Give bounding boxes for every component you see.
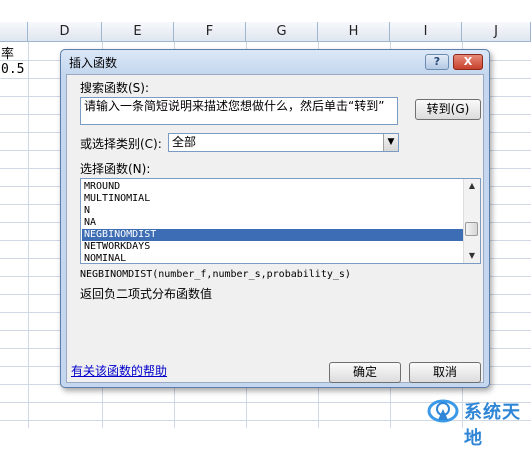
close-button[interactable]: X <box>453 54 483 70</box>
cell-value[interactable]: 0.5 <box>1 62 24 77</box>
category-label: 或选择类别(C): <box>80 137 162 151</box>
list-item[interactable]: MULTINOMIAL <box>82 193 463 205</box>
column-header-h[interactable]: H <box>318 22 390 42</box>
formula-bar-area <box>0 0 531 23</box>
list-item-selected[interactable]: NEGBINOMDIST <box>82 229 463 241</box>
list-scrollbar[interactable]: ▲ ▼ <box>463 179 480 263</box>
list-item[interactable]: N <box>82 205 463 217</box>
help-button[interactable]: ? <box>425 54 449 70</box>
function-listbox[interactable]: MROUND MULTINOMIAL N NA NEGBINOMDIST NET… <box>80 178 481 264</box>
column-header-c[interactable] <box>0 22 28 42</box>
list-item[interactable]: MROUND <box>82 181 463 193</box>
cell-rate-label[interactable]: 率 <box>1 43 14 62</box>
scroll-thumb[interactable] <box>465 222 478 236</box>
grid-line <box>28 42 29 428</box>
column-header-j[interactable]: J <box>462 22 531 42</box>
watermark: 系统天地 <box>426 392 531 449</box>
function-syntax: NEGBINOMDIST(number_f,number_s,probabili… <box>80 269 351 280</box>
scroll-down-icon[interactable]: ▼ <box>466 250 478 262</box>
ok-button[interactable]: 确定 <box>329 362 401 383</box>
column-header-e[interactable]: E <box>102 22 174 42</box>
function-description: 返回负二项式分布函数值 <box>80 287 213 301</box>
search-input[interactable]: 请输入一条简短说明来描述您想做什么，然后单击“转到” <box>80 97 398 125</box>
dialog-titlebar[interactable]: 插入函数 ? X <box>61 50 489 74</box>
list-item[interactable]: NOMINAL <box>82 253 463 263</box>
column-header-d[interactable]: D <box>28 22 102 42</box>
column-header-g[interactable]: G <box>246 22 318 42</box>
chevron-down-icon[interactable]: ▼ <box>383 134 398 151</box>
scroll-up-icon[interactable]: ▲ <box>466 180 478 192</box>
list-item[interactable]: NETWORKDAYS <box>82 241 463 253</box>
list-item[interactable]: NA <box>82 217 463 229</box>
dialog-body: 搜索函数(S): 请输入一条简短说明来描述您想做什么，然后单击“转到” 转到(G… <box>66 74 484 383</box>
watermark-logo-icon <box>427 399 459 423</box>
column-header-i[interactable]: I <box>390 22 462 42</box>
dialog-title: 插入函数 <box>69 56 118 70</box>
category-select[interactable]: 全部 ▼ <box>168 133 399 152</box>
go-button[interactable]: 转到(G) <box>415 99 481 120</box>
function-help-link[interactable]: 有关该函数的帮助 <box>71 362 167 379</box>
cancel-button[interactable]: 取消 <box>409 362 481 383</box>
column-header-f[interactable]: F <box>174 22 246 42</box>
insert-function-dialog: 插入函数 ? X 搜索函数(S): 请输入一条简短说明来描述您想做什么，然后单击… <box>60 49 490 388</box>
search-label: 搜索函数(S): <box>80 81 150 95</box>
function-list-label: 选择函数(N): <box>80 162 151 176</box>
category-value: 全部 <box>172 135 197 149</box>
watermark-text: 系统天地 <box>464 402 521 449</box>
